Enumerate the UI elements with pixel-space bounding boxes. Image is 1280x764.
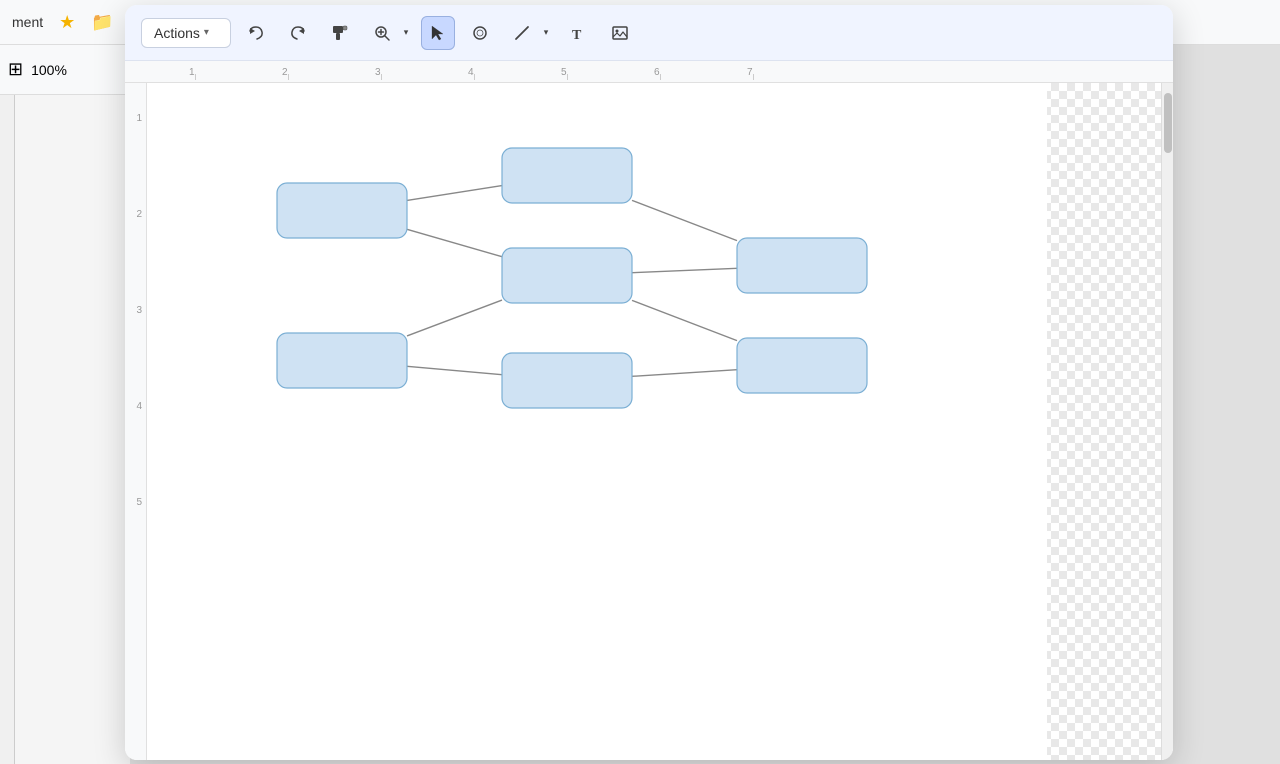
background-toolbar: ⊞ 100% [0, 45, 130, 95]
image-button[interactable] [603, 16, 637, 50]
bg-star-icon: ★ [59, 12, 75, 33]
background-ruler-left [0, 95, 15, 764]
node-rect-n3 [502, 248, 632, 303]
shapes-icon [471, 24, 489, 42]
node-n4[interactable] [502, 353, 632, 408]
node-rect-n2 [502, 148, 632, 203]
node-rect-n4 [502, 353, 632, 408]
ruler-top-line-7 [753, 74, 754, 80]
diagram-dialog: Actions ▾ [125, 5, 1173, 760]
ruler-left-tick-3: 3 [136, 305, 142, 316]
ruler-top-tick-3: 3 [375, 67, 381, 78]
node-n5[interactable] [277, 333, 407, 388]
ruler-top-line-2 [288, 74, 289, 80]
node-n1[interactable] [277, 183, 407, 238]
ruler-top-line-5 [567, 74, 568, 80]
node-rect-n7 [737, 338, 867, 393]
bg-zoom-label: 100% [31, 62, 67, 78]
edge-n5-n3 [407, 300, 502, 336]
edge-n1-n2 [407, 186, 502, 201]
node-rect-n5 [277, 333, 407, 388]
shapes-button[interactable] [463, 16, 497, 50]
undo-icon [247, 24, 265, 42]
ruler-top-line-3 [381, 74, 382, 80]
bg-folder-icon: 📁 [91, 12, 113, 33]
format-paint-button[interactable] [323, 16, 357, 50]
zoom-icon [373, 24, 391, 42]
ruler-top-tick-4: 4 [468, 67, 474, 78]
edge-n5-n4 [407, 366, 502, 374]
ruler-left-tick-4: 4 [136, 401, 142, 412]
actions-label: Actions [154, 25, 200, 41]
line-button[interactable] [505, 16, 539, 50]
bg-toolbar-icon: ⊞ [8, 59, 23, 80]
ruler-top: 1 2 3 4 5 6 7 [125, 61, 1173, 83]
node-rect-n1 [277, 183, 407, 238]
edge-n3-n7 [632, 300, 737, 340]
zoom-control: ▾ [365, 16, 413, 50]
node-rect-n6 [737, 238, 867, 293]
edge-n4-n7 [632, 370, 737, 377]
svg-text:T: T [572, 28, 582, 42]
edge-n3-n6 [632, 268, 737, 272]
ruler-top-tick-6: 6 [654, 67, 660, 78]
text-button[interactable]: T [561, 16, 595, 50]
ruler-left-tick-2: 2 [136, 209, 142, 220]
edge-n1-n3 [407, 229, 502, 256]
ruler-top-tick-5: 5 [561, 67, 567, 78]
drawing-wrapper: 1 2 3 4 5 [125, 83, 1173, 760]
format-paint-icon [331, 24, 349, 42]
scrollbar-thumb[interactable] [1164, 93, 1172, 153]
image-icon [611, 24, 629, 42]
ruler-top-tick-1: 1 [189, 67, 195, 78]
undo-button[interactable] [239, 16, 273, 50]
actions-button[interactable]: Actions ▾ [141, 18, 231, 48]
background-document [0, 0, 130, 764]
line-dropdown-button[interactable]: ▾ [539, 16, 553, 50]
node-n2[interactable] [502, 148, 632, 203]
diagram-svg[interactable] [147, 83, 1161, 760]
ruler-top-line-1 [195, 74, 196, 80]
zoom-button[interactable] [365, 16, 399, 50]
node-n3[interactable] [502, 248, 632, 303]
select-icon [429, 24, 447, 42]
drawing-canvas[interactable] [147, 83, 1161, 760]
line-control: ▾ [505, 16, 553, 50]
node-n6[interactable] [737, 238, 867, 293]
bg-menu-document: ment [12, 14, 43, 30]
ruler-top-tick-7: 7 [747, 67, 753, 78]
ruler-top-line-6 [660, 74, 661, 80]
ruler-top-tick-2: 2 [282, 67, 288, 78]
ruler-top-line-4 [474, 74, 475, 80]
canvas-area: 1 2 3 4 5 6 7 1 2 3 4 5 [125, 61, 1173, 760]
select-button[interactable] [421, 16, 455, 50]
zoom-dropdown-button[interactable]: ▾ [399, 16, 413, 50]
scrollbar-right[interactable] [1161, 83, 1173, 760]
actions-chevron-icon: ▾ [204, 27, 209, 38]
ruler-left-tick-1: 1 [136, 113, 142, 124]
ruler-left-tick-5: 5 [136, 497, 142, 508]
edge-n2-n6 [632, 200, 737, 240]
node-n7[interactable] [737, 338, 867, 393]
line-icon [513, 24, 531, 42]
redo-button[interactable] [281, 16, 315, 50]
text-icon: T [569, 24, 587, 42]
redo-icon [289, 24, 307, 42]
diagram-toolbar: Actions ▾ [125, 5, 1173, 61]
ruler-left: 1 2 3 4 5 [125, 83, 147, 760]
